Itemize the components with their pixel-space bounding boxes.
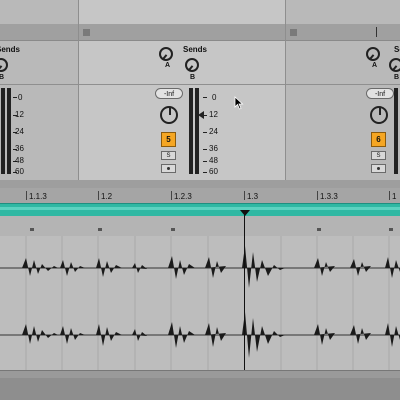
mouse-pointer-icon xyxy=(234,96,244,110)
send-a-letter-right: A xyxy=(372,62,378,69)
ruler-label: 1.2.3 xyxy=(174,192,192,201)
ruler-label: 1.3 xyxy=(247,192,259,201)
db-label-12: 12 xyxy=(15,110,24,119)
sends-label-left: Sends xyxy=(0,45,21,54)
strip-header-center xyxy=(79,24,285,41)
strip-header-left xyxy=(0,24,78,41)
level-meter-left xyxy=(1,88,5,174)
arm-button-right[interactable] xyxy=(371,164,386,173)
level-meter-center xyxy=(189,88,193,174)
arm-dot-icon xyxy=(167,167,170,170)
track-activator-button[interactable]: 5 xyxy=(161,132,176,147)
db-label-48: 48 xyxy=(209,156,218,165)
ruler-tick xyxy=(98,191,99,200)
pan-knob-right[interactable] xyxy=(370,106,388,124)
ruler-tick xyxy=(317,191,318,200)
ruler-label: 1.1.3 xyxy=(29,192,47,201)
ruler-label: 1.3.3 xyxy=(320,192,338,201)
sends-label-center: Sends xyxy=(183,45,208,54)
meter-tick xyxy=(203,161,207,162)
db-label-60: 60 xyxy=(209,167,218,176)
meter-tick xyxy=(203,115,207,116)
db-label-0: 0 xyxy=(18,93,23,102)
strip-header-handle[interactable] xyxy=(290,29,297,36)
volume-value-field[interactable]: -Inf xyxy=(155,88,183,99)
db-label-36: 36 xyxy=(15,144,24,153)
meter-tick xyxy=(13,97,17,98)
track-strip-center: Sends A B -Inf 5 S 0 12 24 36 48 60 xyxy=(79,0,285,180)
level-meter-center-2 xyxy=(195,88,199,174)
strip-header-handle[interactable] xyxy=(83,29,90,36)
strip-divider-right xyxy=(286,84,400,85)
strip-divider-center xyxy=(79,84,285,85)
db-label-0: 0 xyxy=(212,93,217,102)
db-label-48: 48 xyxy=(15,156,24,165)
sends-label-right: Sends xyxy=(394,45,400,54)
send-b-letter-center: B xyxy=(190,74,196,81)
arm-button[interactable] xyxy=(161,164,176,173)
strip-header-marker xyxy=(376,27,377,37)
ruler-tick xyxy=(171,191,172,200)
send-b-letter-right: B xyxy=(394,74,400,81)
send-b-knob-left[interactable] xyxy=(0,58,8,72)
clip-header-row xyxy=(0,216,400,236)
db-label-24: 24 xyxy=(15,127,24,136)
mixer-section: Sends B 0 12 24 36 48 60 Sends A B -Inf … xyxy=(0,0,400,188)
track-strip-right: Sends A B -Inf 6 S xyxy=(286,0,400,180)
send-b-letter-left: B xyxy=(0,74,5,81)
audio-clip[interactable] xyxy=(0,236,400,370)
beat-time-ruler[interactable]: 1.1.3 1.2 1.2.3 1.3 1.3.3 1 xyxy=(0,188,400,204)
ruler-tick xyxy=(389,191,390,200)
level-meter-left-2 xyxy=(7,88,11,174)
track-strip-left: Sends B 0 12 24 36 48 60 xyxy=(0,0,78,180)
solo-button-right[interactable]: S xyxy=(371,151,386,160)
volume-value-field-right[interactable]: -Inf xyxy=(366,88,394,99)
ruler-label: 1.2 xyxy=(101,192,113,201)
send-a-letter-center: A xyxy=(165,62,171,69)
solo-button[interactable]: S xyxy=(161,151,176,160)
warp-marker-icon[interactable] xyxy=(317,228,321,231)
section-gap xyxy=(0,180,400,188)
strip-header-right xyxy=(286,24,400,41)
playhead-line[interactable] xyxy=(244,210,245,370)
playhead-marker-icon[interactable] xyxy=(240,210,250,216)
waveform xyxy=(0,236,400,370)
warp-marker-icon[interactable] xyxy=(30,228,34,231)
send-a-knob-right[interactable] xyxy=(366,47,380,61)
ruler-tick xyxy=(244,191,245,200)
send-b-knob-center[interactable] xyxy=(185,58,199,72)
strip-divider-left xyxy=(0,84,78,85)
warp-marker-icon[interactable] xyxy=(171,228,175,231)
send-a-knob-center[interactable] xyxy=(159,47,173,61)
meter-tick xyxy=(203,132,207,133)
db-label-60: 60 xyxy=(15,167,24,176)
meter-tick xyxy=(203,149,207,150)
warp-marker-icon[interactable] xyxy=(389,228,393,231)
send-b-knob-right[interactable] xyxy=(389,58,400,72)
pan-knob-center[interactable] xyxy=(160,106,178,124)
loop-brace[interactable] xyxy=(0,203,400,217)
track-activator-button-right[interactable]: 6 xyxy=(371,132,386,147)
db-label-36: 36 xyxy=(209,144,218,153)
arm-dot-icon xyxy=(377,167,380,170)
warp-marker-icon[interactable] xyxy=(98,228,102,231)
meter-tick xyxy=(203,97,207,98)
level-meter-right xyxy=(394,88,398,174)
db-label-24: 24 xyxy=(209,127,218,136)
meter-tick xyxy=(203,172,207,173)
db-label-12: 12 xyxy=(209,110,218,119)
lower-track-area xyxy=(0,378,400,400)
ruler-label: 1 xyxy=(392,192,397,201)
ruler-tick xyxy=(26,191,27,200)
loop-brace-highlight xyxy=(0,207,400,210)
